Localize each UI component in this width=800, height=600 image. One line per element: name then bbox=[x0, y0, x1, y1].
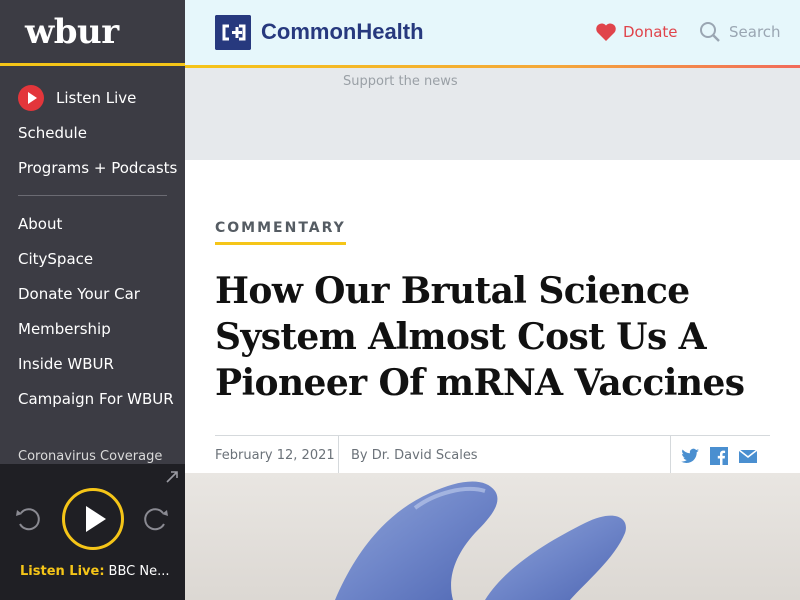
ad-label: Support the news bbox=[343, 74, 458, 89]
sidebar-item-schedule[interactable]: Schedule bbox=[0, 115, 185, 150]
email-icon[interactable] bbox=[738, 446, 758, 466]
now-playing-label: Listen Live: bbox=[20, 564, 105, 579]
search-button[interactable]: Search bbox=[699, 21, 781, 43]
play-icon bbox=[18, 84, 44, 111]
article-date: February 12, 2021 bbox=[215, 448, 335, 463]
commonhealth-logo-icon[interactable] bbox=[215, 15, 251, 50]
site-logo[interactable]: wbur bbox=[25, 12, 119, 52]
audio-player: Listen Live: BBC Ne... bbox=[0, 464, 185, 600]
donate-label: Donate bbox=[623, 23, 678, 41]
play-icon bbox=[86, 506, 106, 532]
sidebar-item-inside-wbur[interactable]: Inside WBUR bbox=[0, 346, 185, 381]
sidebar-item-campaign-for-wbur[interactable]: Campaign For WBUR bbox=[0, 381, 185, 416]
search-label: Search bbox=[729, 23, 781, 41]
sidebar-item-membership[interactable]: Membership bbox=[0, 311, 185, 346]
gloved-hand-image bbox=[335, 481, 626, 600]
logo-bar: wbur bbox=[0, 0, 185, 66]
now-playing-station: BBC Ne... bbox=[108, 564, 170, 579]
site-header: CommonHealth Donate Search bbox=[185, 0, 800, 65]
article-category[interactable]: COMMENTARY bbox=[215, 220, 346, 245]
article-byline[interactable]: By Dr. David Scales bbox=[351, 448, 478, 463]
expand-icon[interactable] bbox=[165, 470, 179, 484]
sidebar-divider bbox=[18, 195, 167, 196]
sidebar-item-label: Listen Live bbox=[56, 88, 137, 107]
article-hero-image bbox=[185, 473, 800, 600]
donate-button[interactable]: Donate bbox=[595, 22, 678, 42]
facebook-icon[interactable] bbox=[709, 446, 729, 466]
fast-forward-icon[interactable] bbox=[140, 504, 170, 534]
meta-divider bbox=[338, 436, 339, 474]
sidebar-item-programs-podcasts[interactable]: Programs + Podcasts bbox=[0, 150, 185, 185]
sidebar-nav: Listen Live Schedule Programs + Podcasts… bbox=[0, 66, 185, 416]
sidebar-item-about[interactable]: About bbox=[0, 206, 185, 241]
sidebar-item-cityspace[interactable]: CitySpace bbox=[0, 241, 185, 276]
twitter-icon[interactable] bbox=[680, 446, 700, 466]
ad-block[interactable]: Support the news bbox=[185, 68, 800, 160]
article-meta: February 12, 2021 By Dr. David Scales bbox=[215, 435, 770, 474]
now-playing[interactable]: Listen Live: BBC Ne... bbox=[20, 564, 180, 579]
article-headline: How Our Brutal Science System Almost Cos… bbox=[215, 270, 745, 404]
play-button[interactable] bbox=[62, 488, 124, 550]
brand-name[interactable]: CommonHealth bbox=[261, 19, 424, 45]
sidebar-item-donate-your-car[interactable]: Donate Your Car bbox=[0, 276, 185, 311]
meta-divider bbox=[670, 436, 671, 474]
search-icon bbox=[700, 22, 720, 42]
sidebar-item-listen-live[interactable]: Listen Live bbox=[0, 80, 185, 115]
rewind-icon[interactable] bbox=[14, 504, 44, 534]
heart-icon bbox=[596, 23, 616, 41]
